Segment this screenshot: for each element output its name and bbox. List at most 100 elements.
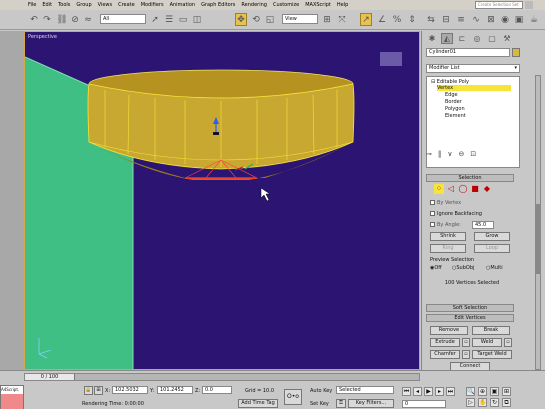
create-tab-icon[interactable]: ✱	[426, 33, 438, 44]
shrink-button[interactable]: Shrink	[430, 232, 466, 241]
stack-item-vertex[interactable]: Vertex	[437, 85, 511, 91]
pivot-icon[interactable]: ⊞	[321, 13, 333, 26]
extrude-settings-button[interactable]: ▫	[462, 338, 470, 347]
display-tab-icon[interactable]: ▢	[486, 33, 498, 44]
polygon-mode-icon[interactable]: ■	[470, 184, 480, 194]
edge-mode-icon[interactable]: ◁	[446, 184, 456, 194]
chamfer-settings-button[interactable]: ▫	[462, 350, 470, 359]
pan-icon[interactable]: ✋	[478, 398, 487, 407]
stack-item-polygon[interactable]: Polygon	[445, 106, 465, 112]
mirror-icon[interactable]: ⇆	[425, 13, 437, 26]
redo-icon[interactable]: ↷	[41, 13, 53, 26]
window-crossing-icon[interactable]: ◫	[191, 13, 203, 26]
spinner-snap-icon[interactable]: ⇕	[406, 13, 418, 26]
menu-views[interactable]: Views	[98, 2, 112, 8]
select-manipulate-icon[interactable]: ⤧	[336, 13, 348, 26]
by-angle-checkbox[interactable]: By Angle:	[430, 222, 461, 228]
curve-editor-icon[interactable]: ∿	[470, 13, 482, 26]
material-icon[interactable]: ◉	[499, 13, 511, 26]
percent-snap-icon[interactable]: %	[391, 13, 403, 26]
x-coordinate-field[interactable]: 102.5032	[112, 386, 148, 394]
weld-button[interactable]: Weld	[472, 338, 502, 347]
extrude-button[interactable]: Extrude	[430, 338, 460, 347]
border-mode-icon[interactable]: ◯	[458, 184, 468, 194]
hierarchy-tab-icon[interactable]: ⊏	[456, 33, 468, 44]
select-icon[interactable]: ➚	[149, 13, 161, 26]
menu-tools[interactable]: Tools	[58, 2, 70, 8]
make-unique-icon[interactable]: ∨	[447, 150, 452, 160]
maximize-viewport-icon[interactable]: ⧉	[502, 398, 511, 407]
grow-button[interactable]: Grow	[474, 232, 510, 241]
zoom-extents-icon[interactable]: ▣	[490, 387, 499, 396]
menu-animation[interactable]: Animation	[170, 2, 196, 8]
object-name-field[interactable]: Cylinder01	[426, 48, 510, 57]
key-mode-icon[interactable]: O•o	[284, 389, 302, 405]
perspective-viewport[interactable]: Perspective	[24, 31, 420, 370]
zoom-extents-all-icon[interactable]: ⊞	[502, 387, 511, 396]
ring-button[interactable]: Ring	[430, 244, 466, 253]
menu-rendering[interactable]: Rendering	[241, 2, 267, 8]
modifier-list-dropdown[interactable]: Modifier List ▾	[426, 64, 520, 73]
bind-icon[interactable]: ≈	[82, 13, 94, 26]
remove-button[interactable]: Remove	[430, 326, 468, 335]
render-icon[interactable]: ▣	[513, 13, 525, 26]
by-vertex-checkbox[interactable]: By Vertex	[430, 200, 461, 206]
orbit-icon[interactable]: ↻	[490, 398, 499, 407]
remove-modifier-icon[interactable]: ⊖	[459, 150, 465, 160]
menu-create[interactable]: Create	[118, 2, 135, 8]
next-frame-icon[interactable]: ▸	[435, 387, 444, 396]
play-icon[interactable]: ▶	[424, 387, 433, 396]
selection-filter-dropdown[interactable]: All	[100, 14, 146, 24]
prev-frame-icon[interactable]: ◂	[413, 387, 422, 396]
menu-edit[interactable]: Edit	[42, 2, 52, 8]
current-frame-field[interactable]: 0	[402, 400, 446, 408]
chamfer-button[interactable]: Chamfer	[430, 350, 460, 359]
y-coordinate-field[interactable]: 101.2452	[157, 386, 193, 394]
preview-off-radio[interactable]: ◉ Off	[430, 265, 442, 271]
link-icon[interactable]: ⛓	[56, 13, 68, 26]
set-key-icon[interactable]: ⚿	[336, 399, 346, 408]
zoom-icon[interactable]: 🔍	[466, 387, 475, 396]
ref-coord-dropdown[interactable]: View	[282, 14, 318, 24]
z-coordinate-field[interactable]: 0.0	[202, 386, 232, 394]
menu-group[interactable]: Group	[76, 2, 91, 8]
selection-rollout-header[interactable]: Selection	[426, 174, 514, 182]
quick-render-icon[interactable]: ☕	[528, 13, 540, 26]
configure-modifier-sets-icon[interactable]: ⊡	[470, 150, 476, 160]
key-selection-dropdown[interactable]: Selected	[336, 386, 394, 394]
lock-selection-icon[interactable]: 🔒	[84, 386, 93, 395]
menu-modifiers[interactable]: Modifiers	[141, 2, 164, 8]
menu-maxscript[interactable]: MAXScript	[305, 2, 331, 8]
key-filters-button[interactable]: Key Filters...	[348, 399, 394, 408]
angle-snap-icon[interactable]: ∠	[376, 13, 388, 26]
stack-item-element[interactable]: Element	[445, 113, 466, 119]
menu-customize[interactable]: Customize	[273, 2, 299, 8]
menu-graph-editors[interactable]: Graph Editors	[201, 2, 235, 8]
move-icon[interactable]: ✥	[235, 13, 247, 26]
utilities-tab-icon[interactable]: ⚒	[501, 33, 513, 44]
rect-region-icon[interactable]: ▭	[177, 13, 189, 26]
time-slider[interactable]: 0 / 100	[24, 373, 420, 381]
absolute-mode-icon[interactable]: ⊞	[94, 386, 103, 395]
modify-tab-icon[interactable]: ◭	[441, 33, 453, 44]
add-time-tag-button[interactable]: Add Time Tag	[238, 399, 278, 408]
vertex-mode-icon[interactable]: ⁘	[434, 184, 444, 194]
preview-subobj-radio[interactable]: ○ SubObj	[452, 265, 474, 271]
loop-button[interactable]: Loop	[474, 244, 510, 253]
weld-settings-button[interactable]: ▫	[504, 338, 512, 347]
menu-help[interactable]: Help	[337, 2, 348, 8]
set-key-button[interactable]: Set Key	[310, 401, 329, 407]
zoom-all-icon[interactable]: ⊕	[478, 387, 487, 396]
maxscript-input[interactable]: A4Script.	[1, 386, 23, 394]
motion-tab-icon[interactable]: ◎	[471, 33, 483, 44]
show-end-result-icon[interactable]: ‖	[438, 150, 442, 160]
by-angle-input[interactable]: 45.0	[472, 221, 494, 229]
menu-file[interactable]: File	[28, 2, 36, 8]
align-icon[interactable]: ⊟	[440, 13, 452, 26]
rotate-icon[interactable]: ⟲	[250, 13, 262, 26]
scale-icon[interactable]: ◱	[264, 13, 276, 26]
soft-selection-rollout-header[interactable]: Soft Selection	[426, 304, 514, 312]
schematic-icon[interactable]: ⊠	[485, 13, 497, 26]
object-color-swatch[interactable]	[512, 48, 520, 57]
snap-icon[interactable]: ↗	[360, 13, 372, 26]
